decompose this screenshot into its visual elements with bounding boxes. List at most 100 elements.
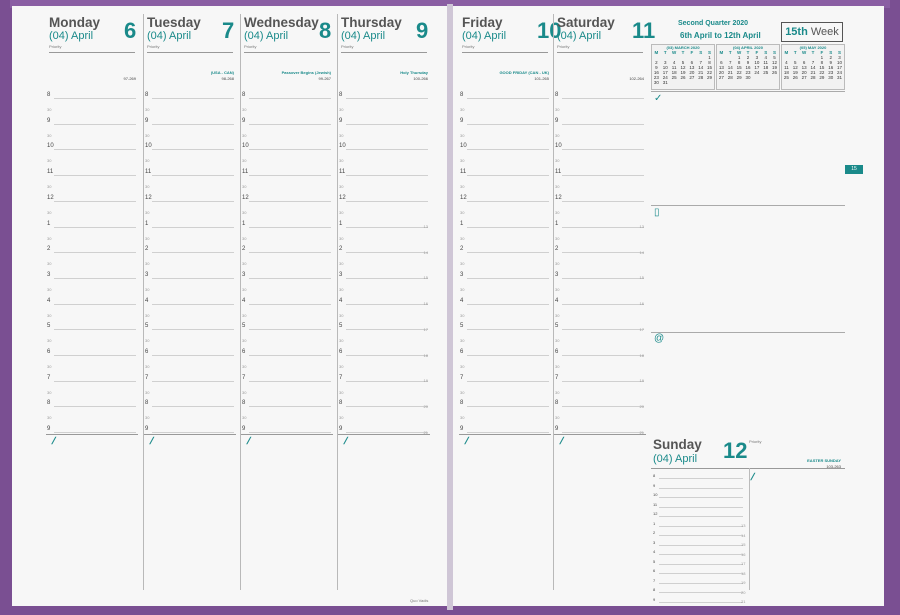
hour-line[interactable] — [346, 303, 428, 305]
hour-line[interactable] — [152, 432, 234, 434]
hour-line[interactable] — [54, 252, 136, 254]
hour-line[interactable] — [54, 149, 136, 151]
hour-line[interactable] — [249, 355, 331, 356]
hour-line[interactable] — [346, 432, 428, 434]
hour-line[interactable] — [152, 175, 234, 177]
hour-line[interactable] — [249, 98, 331, 99]
hour-line[interactable] — [562, 200, 644, 202]
mini-day[interactable] — [679, 80, 688, 85]
hour-line[interactable] — [346, 98, 428, 99]
hour-line[interactable] — [659, 516, 743, 517]
hour-line[interactable] — [249, 380, 331, 382]
hour-line[interactable] — [54, 123, 136, 125]
hour-line[interactable] — [249, 303, 331, 305]
mini-day[interactable]: 27 — [717, 75, 726, 80]
hour-line[interactable] — [659, 563, 743, 565]
hour-line[interactable] — [54, 277, 136, 279]
hour-line[interactable] — [54, 175, 136, 177]
hour-line[interactable] — [346, 380, 428, 382]
hour-line[interactable] — [562, 175, 644, 177]
hour-line[interactable] — [659, 544, 743, 546]
hour-line[interactable] — [54, 226, 136, 228]
hour-line[interactable] — [562, 98, 644, 99]
hour-line[interactable] — [659, 582, 743, 584]
mini-day[interactable] — [761, 75, 770, 80]
hour-line[interactable] — [54, 355, 136, 356]
hour-line[interactable] — [659, 554, 743, 555]
hour-line[interactable] — [152, 277, 234, 279]
hour-line[interactable] — [249, 406, 331, 408]
hour-line[interactable] — [467, 200, 549, 202]
hour-line[interactable] — [54, 380, 136, 382]
hour-line[interactable] — [467, 175, 549, 177]
hour-line[interactable] — [467, 329, 549, 331]
hour-line[interactable] — [152, 98, 234, 99]
mini-day[interactable]: 30 — [744, 75, 753, 80]
hour-line[interactable] — [467, 123, 549, 125]
hour-line[interactable] — [467, 355, 549, 356]
hour-line[interactable] — [467, 380, 549, 382]
mini-day[interactable]: 29 — [705, 75, 714, 80]
hour-line[interactable] — [249, 200, 331, 202]
hour-line[interactable] — [249, 432, 331, 434]
hour-line[interactable] — [659, 525, 743, 527]
mini-day[interactable]: 30 — [652, 80, 661, 85]
hour-line[interactable] — [659, 535, 743, 536]
week-tab[interactable]: 15 — [845, 165, 863, 174]
hour-line[interactable] — [467, 226, 549, 228]
mini-day[interactable]: 29 — [817, 75, 826, 80]
hour-line[interactable] — [562, 329, 644, 331]
hour-line[interactable] — [249, 123, 331, 125]
hour-line[interactable] — [659, 497, 743, 498]
mini-day[interactable] — [670, 80, 679, 85]
hour-line[interactable] — [152, 303, 234, 305]
hour-line[interactable] — [562, 355, 644, 356]
hour-line[interactable] — [659, 478, 743, 479]
hour-line[interactable] — [659, 573, 743, 574]
hour-line[interactable] — [467, 149, 549, 151]
hour-line[interactable] — [54, 329, 136, 331]
hour-line[interactable] — [249, 329, 331, 331]
hour-line[interactable] — [346, 406, 428, 408]
hour-line[interactable] — [346, 329, 428, 331]
hour-line[interactable] — [152, 355, 234, 356]
hour-line[interactable] — [467, 277, 549, 279]
hour-line[interactable] — [346, 355, 428, 356]
mini-day[interactable]: 28 — [809, 75, 818, 80]
hour-line[interactable] — [562, 432, 644, 434]
hour-line[interactable] — [54, 200, 136, 202]
mini-day[interactable]: 28 — [726, 75, 735, 80]
hour-line[interactable] — [659, 592, 743, 593]
hour-line[interactable] — [54, 303, 136, 305]
mini-day[interactable]: 26 — [791, 75, 800, 80]
hour-line[interactable] — [152, 252, 234, 254]
hour-line[interactable] — [659, 487, 743, 489]
hour-line[interactable] — [346, 200, 428, 202]
hour-line[interactable] — [346, 175, 428, 177]
hour-line[interactable] — [346, 252, 428, 254]
hour-line[interactable] — [562, 380, 644, 382]
hour-line[interactable] — [346, 149, 428, 151]
hour-line[interactable] — [152, 149, 234, 151]
mini-day[interactable]: 25 — [782, 75, 791, 80]
mini-day[interactable] — [752, 75, 761, 80]
hour-line[interactable] — [152, 380, 234, 382]
hour-line[interactable] — [152, 329, 234, 331]
mini-day[interactable]: 31 — [835, 75, 844, 80]
hour-line[interactable] — [562, 406, 644, 408]
hour-line[interactable] — [467, 252, 549, 254]
mini-day[interactable]: 31 — [661, 80, 670, 85]
mini-day[interactable] — [770, 75, 779, 80]
hour-line[interactable] — [249, 149, 331, 151]
hour-line[interactable] — [152, 123, 234, 125]
hour-line[interactable] — [562, 123, 644, 125]
mini-day[interactable] — [696, 80, 705, 85]
hour-line[interactable] — [659, 506, 743, 508]
hour-line[interactable] — [346, 226, 428, 228]
hour-line[interactable] — [152, 406, 234, 408]
hour-line[interactable] — [346, 123, 428, 125]
hour-line[interactable] — [562, 303, 644, 305]
hour-line[interactable] — [249, 175, 331, 177]
hour-line[interactable] — [249, 277, 331, 279]
hour-line[interactable] — [346, 277, 428, 279]
